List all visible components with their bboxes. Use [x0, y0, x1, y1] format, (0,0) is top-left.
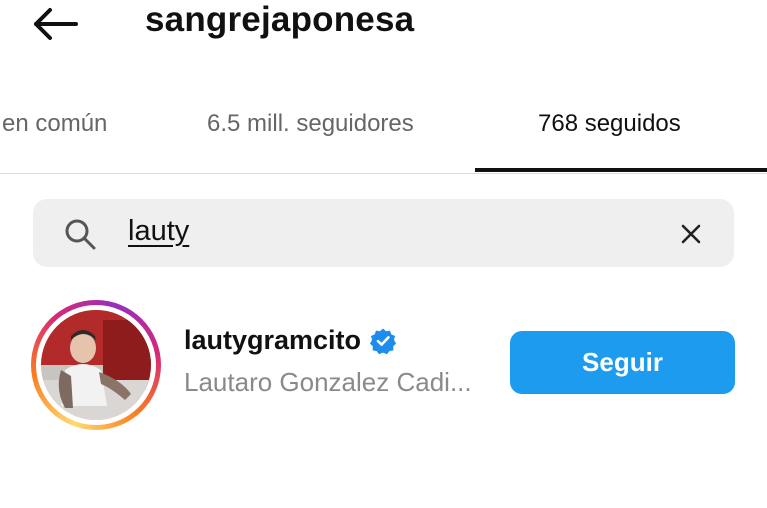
avatar-photo — [41, 310, 151, 420]
story-ring — [31, 300, 161, 430]
tab-divider — [0, 173, 767, 174]
list-item[interactable]: lautygramcito Lautaro Gonzalez Cadi... S… — [0, 295, 767, 435]
top-bar: sangrejaponesa — [0, 0, 767, 60]
verified-badge-icon — [370, 328, 397, 354]
close-icon[interactable] — [676, 219, 706, 249]
search-icon — [65, 219, 96, 250]
tab-followers[interactable]: 6.5 mill. seguidores — [207, 110, 414, 138]
follow-button[interactable]: Seguir — [510, 331, 735, 394]
result-username[interactable]: lautygramcito — [184, 325, 361, 356]
tab-mutual[interactable]: en común — [2, 110, 107, 138]
profile-username-title: sangrejaponesa — [145, 0, 415, 39]
avatar[interactable] — [41, 310, 151, 420]
search-bar[interactable]: lauty — [33, 199, 734, 267]
back-button[interactable] — [28, 4, 88, 44]
tab-bar: en común 6.5 mill. seguidores 768 seguid… — [0, 92, 767, 174]
result-full-name: Lautaro Gonzalez Cadi... — [184, 367, 472, 397]
search-input[interactable]: lauty — [128, 215, 189, 248]
tab-following[interactable]: 768 seguidos — [538, 110, 681, 138]
active-tab-indicator — [475, 168, 767, 172]
arrow-left-icon — [34, 8, 78, 40]
